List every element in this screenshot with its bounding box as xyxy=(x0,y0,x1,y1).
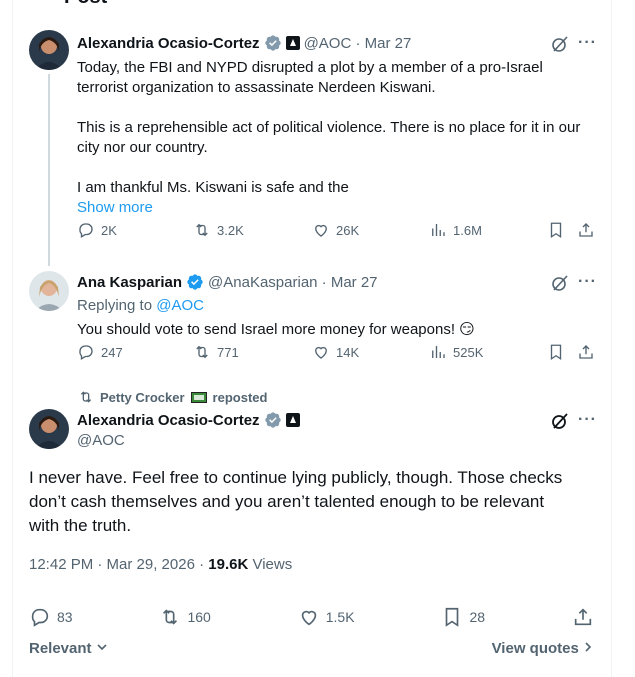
like-count: 26K xyxy=(336,222,360,238)
reply-button[interactable]: 247 xyxy=(77,343,123,361)
share-icon xyxy=(574,608,592,626)
repost-button[interactable]: 160 xyxy=(159,606,211,628)
tweet-text: Today, the FBI and NYPD disrupted a plot… xyxy=(77,58,597,218)
text-line: city nor our country. xyxy=(77,139,208,156)
sort-replies-dropdown[interactable]: Relevant xyxy=(29,640,108,657)
handle-date[interactable]: @AnaKasparian · Mar 27 xyxy=(208,274,377,291)
views-icon xyxy=(432,224,445,236)
view-quotes-link[interactable]: View quotes xyxy=(492,640,593,657)
share-icon[interactable] xyxy=(577,343,595,361)
tweet-meta: 12:42 PM · Mar 29, 2026 · 19.6K Views xyxy=(29,556,292,573)
bookmark-icon[interactable] xyxy=(547,221,565,239)
tweet-text: You should vote to send Israel more mone… xyxy=(77,321,475,338)
repost-count: 160 xyxy=(187,609,211,625)
like-button[interactable]: 26K xyxy=(312,221,359,239)
repost-label: reposted xyxy=(212,389,268,405)
avatar-aoc[interactable] xyxy=(29,409,69,449)
grok-icon[interactable] xyxy=(550,34,570,54)
repost-count: 771 xyxy=(217,344,239,360)
sort-label: Relevant xyxy=(29,640,92,657)
reply-icon xyxy=(79,223,93,238)
handle-date[interactable]: @AOC · Mar 27 xyxy=(304,35,412,52)
tweet-header: Ana Kasparian @AnaKasparian · Mar 27 xyxy=(77,273,378,291)
grok-icon[interactable] xyxy=(550,411,570,431)
affiliation-badge-icon xyxy=(285,413,300,427)
bookmark-icon xyxy=(446,607,459,627)
text-line: I am thankful Ms. Kiswani is safe and th… xyxy=(77,179,349,196)
timestamp[interactable]: 12:42 PM · Mar 29, 2026 · xyxy=(29,556,204,573)
like-button[interactable]: 14K xyxy=(312,343,359,361)
bookmark-count: 28 xyxy=(469,609,486,625)
views-button[interactable]: 1.6M xyxy=(429,221,482,239)
author-name[interactable]: Ana Kasparian xyxy=(77,274,182,291)
author-name[interactable]: Alexandria Ocasio-Cortez xyxy=(77,35,260,52)
like-button[interactable]: 1.5K xyxy=(298,606,355,628)
verified-gray-icon xyxy=(264,412,281,428)
flag-emoji-icon xyxy=(190,391,207,403)
more-options-icon[interactable]: ··· xyxy=(578,34,597,52)
main-tweet-actions: 83 160 1.5K 28 xyxy=(29,606,594,628)
tweet-header: Alexandria Ocasio-Cortez @AOC · Mar 27 xyxy=(77,34,411,52)
chevron-down-icon xyxy=(97,644,107,651)
reply-count: 2K xyxy=(101,222,117,238)
thread-connector xyxy=(48,74,50,266)
repost-icon xyxy=(163,609,178,625)
view-quotes-label: View quotes xyxy=(491,640,579,657)
like-count: 14K xyxy=(336,344,360,360)
author-name[interactable]: Alexandria Ocasio-Cortez xyxy=(77,412,260,429)
chevron-right-icon xyxy=(585,642,592,652)
verified-gray-icon xyxy=(264,35,281,51)
affiliation-badge-icon xyxy=(285,36,300,50)
repost-icon xyxy=(80,391,92,403)
replying-prefix: Replying to xyxy=(77,297,153,314)
reposter-name[interactable]: Petty Crocker xyxy=(100,390,185,405)
repost-icon xyxy=(196,223,208,237)
more-options-icon[interactable]: ··· xyxy=(578,411,597,429)
text-line: This is a reprehensible act of political… xyxy=(77,119,581,136)
repost-button[interactable]: 3.2K xyxy=(193,221,244,239)
replying-to: Replying to @AOC xyxy=(77,296,204,316)
repost-button[interactable]: 771 xyxy=(193,343,239,361)
share-icon[interactable] xyxy=(577,221,595,239)
heart-icon xyxy=(315,224,327,237)
tweet-header: Alexandria Ocasio-Cortez xyxy=(77,411,300,429)
like-count: 1.5K xyxy=(325,609,355,625)
repost-icon xyxy=(196,345,208,359)
reply-icon xyxy=(31,608,49,627)
show-more-link[interactable]: Show more xyxy=(77,198,597,218)
views-count: 19.6K xyxy=(208,556,249,573)
repost-count: 3.2K xyxy=(217,222,244,238)
view-count: 1.6M xyxy=(453,222,482,238)
page-title: Post xyxy=(64,0,107,9)
verified-blue-icon xyxy=(187,274,203,290)
views-button[interactable]: 525K xyxy=(429,343,483,361)
avatar-aoc[interactable] xyxy=(29,30,69,70)
reply-button[interactable]: 2K xyxy=(77,221,117,239)
more-options-icon[interactable]: ··· xyxy=(578,273,597,291)
reply-count: 247 xyxy=(101,344,123,360)
share-button[interactable] xyxy=(572,606,594,628)
heart-icon xyxy=(301,610,316,626)
grok-icon[interactable] xyxy=(550,273,570,293)
text-line: Today, the FBI and NYPD disrupted a plot… xyxy=(77,59,543,76)
avatar-ana[interactable] xyxy=(29,271,69,311)
tweet-text: I never have. Feel free to continue lyin… xyxy=(29,466,589,538)
replying-handle-link[interactable]: @AOC xyxy=(156,297,204,314)
text-line: don’t cash themselves and you aren’t tal… xyxy=(29,492,545,511)
text-line: I never have. Feel free to continue lyin… xyxy=(29,468,563,487)
reply-count: 83 xyxy=(57,609,73,625)
text-line: with the truth. xyxy=(29,516,132,535)
reply-icon xyxy=(79,345,93,360)
views-icon xyxy=(432,346,445,358)
reply-button[interactable]: 83 xyxy=(29,606,73,628)
view-count: 525K xyxy=(453,344,484,360)
heart-icon xyxy=(315,346,327,359)
text-line: terrorist organization to assassinate Ne… xyxy=(77,79,436,96)
author-handle[interactable]: @AOC xyxy=(77,431,125,451)
bookmark-icon[interactable] xyxy=(547,343,565,361)
bookmark-button[interactable]: 28 xyxy=(441,606,485,628)
repost-banner: Petty Crocker reposted xyxy=(78,389,267,405)
views-label: Views xyxy=(252,556,293,573)
